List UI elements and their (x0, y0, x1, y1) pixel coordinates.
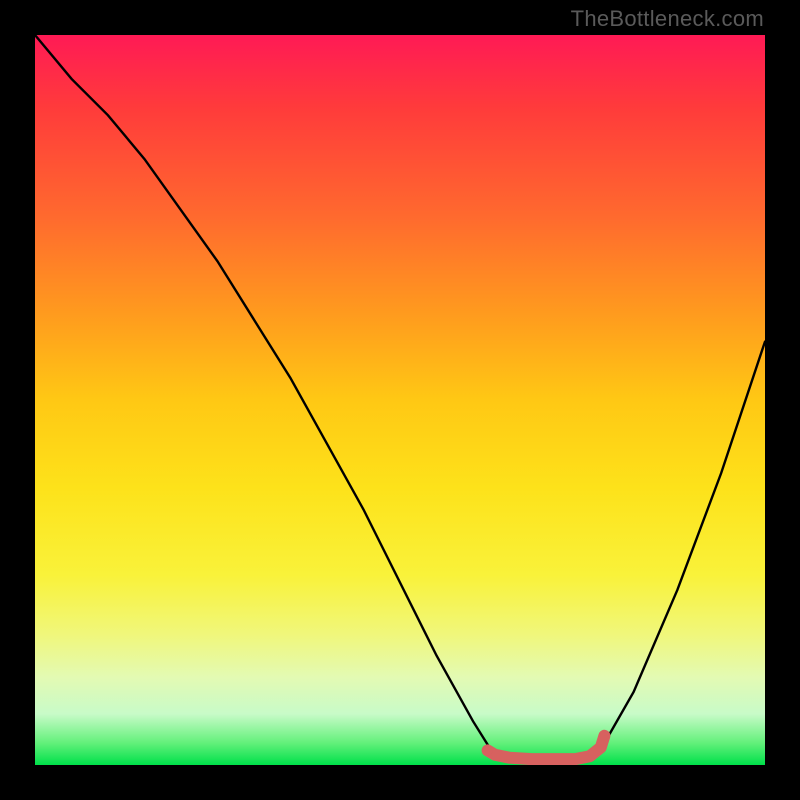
chart-svg (35, 35, 765, 765)
plot-area (35, 35, 765, 765)
bottleneck-curve (35, 35, 765, 761)
watermark-text: TheBottleneck.com (571, 6, 764, 32)
optimal-start-dot (483, 745, 493, 755)
optimal-range-marker (488, 736, 605, 759)
chart-container: TheBottleneck.com (0, 0, 800, 800)
